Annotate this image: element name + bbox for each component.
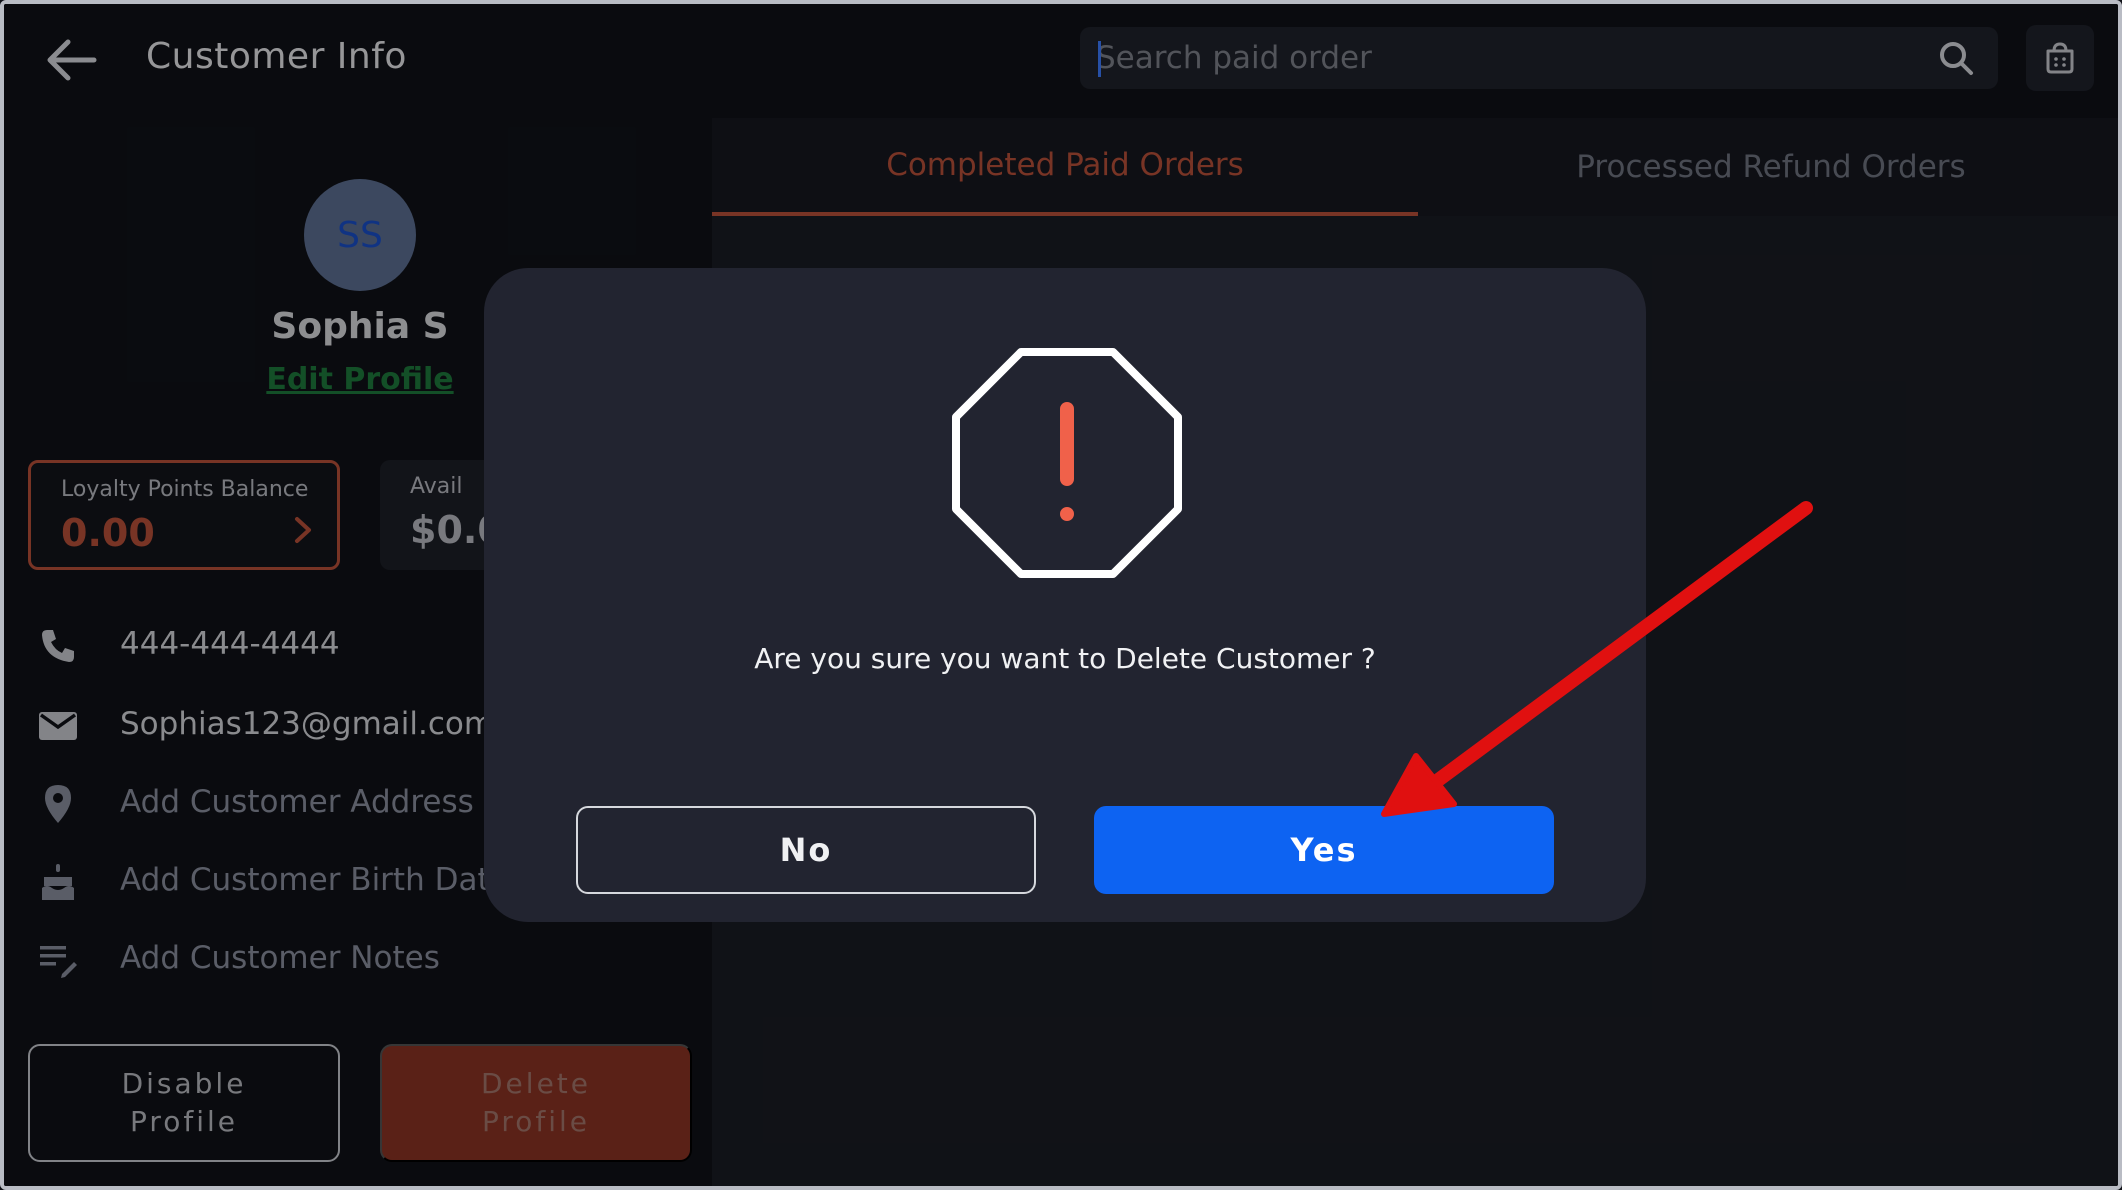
dialog-message: Are you sure you want to Delete Customer… [754,642,1376,675]
no-button[interactable]: No [576,806,1036,894]
app-window: Customer Info SS Sophia S Edit Profile L… [0,0,2122,1190]
yes-button[interactable]: Yes [1094,806,1554,894]
delete-confirm-dialog: Are you sure you want to Delete Customer… [484,268,1646,922]
warning-octagon-icon [952,348,1182,578]
